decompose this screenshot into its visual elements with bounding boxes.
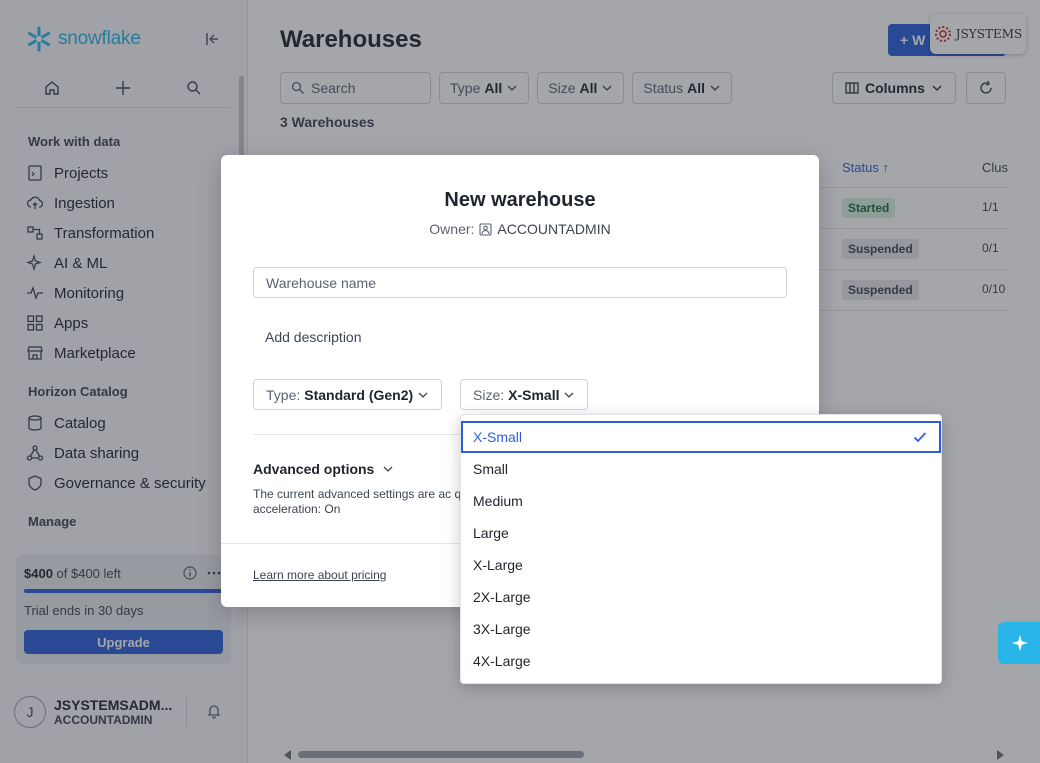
check-icon bbox=[913, 432, 927, 443]
size-option-4x-large[interactable]: 4X-Large bbox=[461, 645, 941, 677]
size-option-medium[interactable]: Medium bbox=[461, 485, 941, 517]
role-icon bbox=[479, 222, 492, 236]
size-select[interactable]: Size: X-Small bbox=[460, 379, 589, 410]
size-option-large[interactable]: Large bbox=[461, 517, 941, 549]
chevron-down-icon bbox=[565, 392, 574, 398]
size-option-2x-large[interactable]: 2X-Large bbox=[461, 581, 941, 613]
size-option-3x-large[interactable]: 3X-Large bbox=[461, 613, 941, 645]
advanced-options-toggle[interactable]: Advanced options bbox=[253, 461, 394, 477]
ai-assistant-button[interactable] bbox=[998, 622, 1040, 664]
chevron-down-icon bbox=[383, 466, 393, 472]
size-option-x-small[interactable]: X-Small bbox=[461, 421, 941, 453]
sparkle-icon bbox=[1012, 635, 1028, 651]
add-description-link[interactable]: Add description bbox=[265, 329, 362, 345]
dialog-title: New warehouse bbox=[444, 189, 596, 211]
size-option-x-large[interactable]: X-Large bbox=[461, 549, 941, 581]
chevron-down-icon bbox=[418, 392, 428, 398]
advanced-options-description: The current advanced settings are ac que… bbox=[253, 487, 485, 516]
size-option-small[interactable]: Small bbox=[461, 453, 941, 485]
type-select[interactable]: Type: Standard (Gen2) bbox=[253, 379, 443, 410]
warehouse-name-input[interactable] bbox=[253, 267, 787, 298]
pricing-link[interactable]: Learn more about pricing bbox=[253, 568, 386, 582]
size-dropdown-menu: X-Small Small Medium Large X-Large 2X-La… bbox=[460, 414, 942, 684]
owner-info: Owner: ACCOUNTADMIN bbox=[429, 221, 611, 237]
